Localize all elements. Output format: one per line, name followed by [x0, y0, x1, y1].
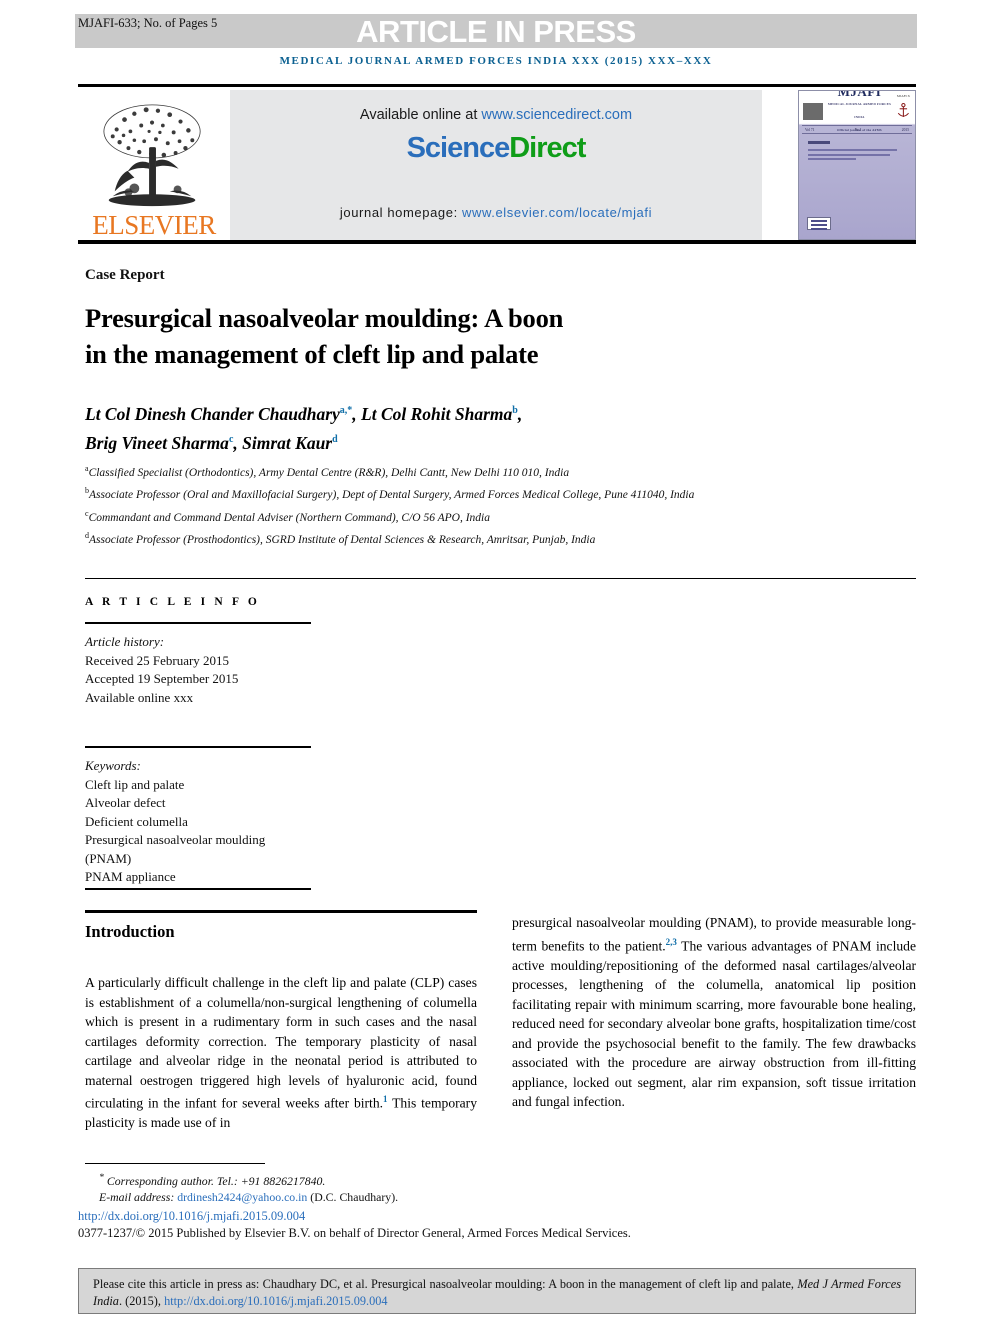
title-line-2: in the management of cleft lip and palat…	[85, 339, 539, 369]
email-note: E-mail address: drdinesh2424@yahoo.co.in…	[85, 1189, 505, 1206]
cover-issue-bar: Vol 71 No 1 2015	[802, 125, 912, 134]
affiliation-text: Associate Professor (Prosthodontics), SG…	[89, 533, 596, 546]
keyword-item: Alveolar defect	[85, 795, 166, 810]
email-suffix: (D.C. Chaudhary).	[307, 1190, 399, 1205]
cite-middle: . (2015),	[118, 1293, 165, 1308]
journal-homepage-line: journal homepage: www.elsevier.com/locat…	[230, 205, 762, 220]
email-link[interactable]: drdinesh2424@yahoo.co.in	[177, 1190, 307, 1204]
available-online-prefix: Available online at	[359, 107, 482, 123]
article-head-rule	[85, 578, 916, 579]
citation-ref[interactable]: 2,3	[666, 937, 677, 947]
affiliation-list: aClassified Specialist (Orthodontics), A…	[85, 460, 805, 549]
keyword-item: Deficient columella	[85, 813, 188, 829]
intro-paragraph-part-4: The various advantages of PNAM include a…	[512, 938, 916, 1110]
keyword-item: Cleft lip and palate	[85, 776, 185, 792]
anchor-icon	[898, 102, 910, 117]
masthead-bottom-rule	[78, 240, 916, 244]
page-title: Presurgical nasoalveolar moulding: A boo…	[85, 300, 765, 372]
author-affil-mark: c	[228, 433, 234, 445]
affiliation-item: bAssociate Professor (Oral and Maxillofa…	[85, 482, 805, 504]
affiliation-text: Commandant and Command Dental Adviser (N…	[88, 511, 490, 524]
available-online-line: Available online at www.sciencedirect.co…	[360, 107, 632, 123]
journal-homepage-prefix: journal homepage:	[339, 205, 463, 220]
cover-year: 2015	[901, 127, 909, 132]
article-info-rule-mid	[85, 746, 311, 748]
elsevier-logo: ELSEVIER	[80, 90, 228, 240]
manuscript-id-label: MJAFI-633; No. of Pages 5	[78, 16, 218, 30]
cite-doi-link[interactable]: http://dx.doi.org/10.1016/j.mjafi.2015.0…	[164, 1294, 388, 1308]
sciencedirect-link[interactable]: www.sciencedirect.com	[481, 107, 632, 123]
cover-volume: Vol 71	[805, 127, 815, 132]
corresponding-author-mark: *	[99, 1172, 104, 1183]
cover-journal-subtitle: MEDICAL JOURNAL ARMED FORCES INDIA	[827, 102, 892, 119]
journal-homepage-link[interactable]: www.elsevier.com/locate/mjafi	[462, 205, 652, 220]
article-history-label: Article history:	[85, 634, 165, 649]
corresponding-author-text: Corresponding author. Tel.: +91 88262178…	[106, 1173, 326, 1188]
sciencedirect-banner: Available online at www.sciencedirect.co…	[230, 90, 762, 240]
email-label: E-mail address:	[99, 1190, 178, 1205]
article-info-rule-top	[85, 622, 311, 624]
author-affil-mark: d	[332, 433, 338, 445]
journal-cover-thumbnail: MJAFI X MJAFI MEDICAL JOURNAL ARMED FORC…	[798, 90, 916, 240]
keyword-item: Presurgical nasoalveolar moulding	[85, 832, 266, 847]
section-heading-introduction: Introduction	[85, 922, 175, 941]
article-type-label: Case Report	[85, 267, 165, 283]
sciencedirect-logo-direct: Direct	[509, 132, 586, 164]
author-list: Lt Col Dinesh Chander Chaudharya,*, Lt C…	[85, 403, 523, 453]
journal-running-head: MEDICAL JOURNAL ARMED FORCES INDIA XXX (…	[279, 55, 713, 67]
cover-issue: No 1	[854, 127, 862, 132]
author-name: Brig Vineet Sharma	[85, 432, 229, 453]
masthead-top-rule	[78, 84, 916, 87]
corresponding-author-note: * Corresponding author. Tel.: +91 882621…	[85, 1170, 505, 1189]
copyright-line: 0377-1237/© 2015 Published by Elsevier B…	[78, 1226, 631, 1240]
cover-article-lines	[808, 141, 901, 163]
affiliation-item: aClassified Specialist (Orthodontics), A…	[85, 460, 805, 482]
keyword-item: PNAM appliance	[85, 869, 176, 884]
footnote-rule	[85, 1163, 265, 1164]
article-history-block: Article history: Received 25 February 20…	[85, 633, 325, 707]
author-affil-mark: b	[512, 405, 518, 416]
cite-this-article-text: Please cite this article in press as: Ch…	[93, 1276, 901, 1309]
body-column-left: A particularly difficult challenge in th…	[85, 973, 477, 1133]
article-info-heading: A R T I C L E I N F O	[85, 596, 260, 608]
cover-masthead: MJAFI MEDICAL JOURNAL ARMED FORCES INDIA…	[803, 91, 911, 132]
section-rule	[85, 910, 477, 913]
keyword-item: (PNAM)	[85, 850, 132, 866]
masthead: ELSEVIER Available online at www.science…	[78, 88, 916, 240]
keywords-block: Keywords: Cleft lip and palate Alveolar …	[85, 757, 325, 887]
affiliation-item: cCommandant and Command Dental Adviser (…	[85, 505, 805, 527]
author-affil-mark: a,*	[339, 405, 353, 416]
sciencedirect-logo-science: Science	[406, 132, 511, 164]
author-name: Simrat Kaur	[242, 432, 333, 453]
affiliation-text: Classified Specialist (Orthodontics), Ar…	[88, 466, 570, 479]
body-column-right: presurgical nasoalveolar moulding (PNAM)…	[512, 913, 916, 1112]
article-history-item: Available online xxx	[85, 689, 194, 705]
keywords-label: Keywords:	[85, 758, 141, 773]
author-name: Lt Col Dinesh Chander Chaudhary	[85, 403, 340, 424]
footer-doi-link[interactable]: http://dx.doi.org/10.1016/j.mjafi.2015.0…	[78, 1209, 305, 1224]
cite-prefix: Please cite this article in press as: Ch…	[93, 1277, 798, 1291]
sciencedirect-logo: ScienceDirect	[406, 132, 587, 165]
cover-badge-icon	[807, 217, 831, 230]
elsevier-tree-icon	[103, 104, 201, 207]
article-history-item: Received 25 February 2015	[85, 652, 230, 668]
affiliation-text: Associate Professor (Oral and Maxillofac…	[89, 489, 695, 502]
cite-this-article-box: Please cite this article in press as: Ch…	[78, 1268, 916, 1314]
cover-crest-icon	[803, 102, 823, 120]
article-history-item: Accepted 19 September 2015	[85, 671, 239, 686]
title-line-1: Presurgical nasoalveolar moulding: A boo…	[85, 303, 564, 333]
affiliation-item: dAssociate Professor (Prosthodontics), S…	[85, 527, 805, 549]
footnote-block: * Corresponding author. Tel.: +91 882621…	[85, 1170, 505, 1206]
author-name: Lt Col Rohit Sharma	[361, 403, 513, 424]
article-info-rule-bottom	[85, 888, 311, 890]
elsevier-wordmark: ELSEVIER	[92, 210, 216, 240]
intro-paragraph-part-1: A particularly difficult challenge in th…	[85, 975, 477, 1111]
